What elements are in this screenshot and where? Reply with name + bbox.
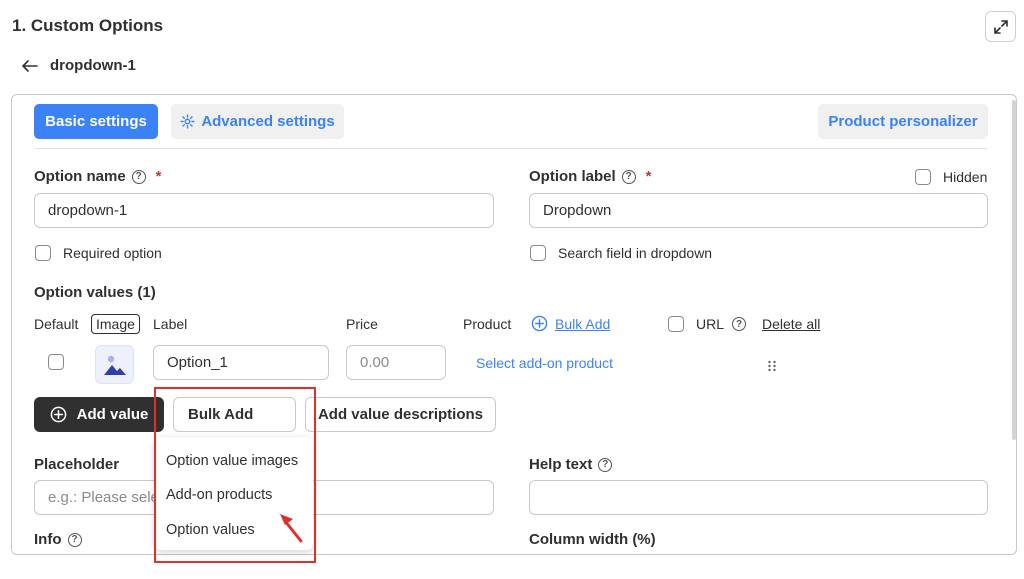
search-field-row[interactable]: Search field in dropdown <box>530 245 712 261</box>
expand-icon <box>993 19 1008 34</box>
add-value-label: Add value <box>76 406 149 423</box>
tab-advanced-label: Advanced settings <box>201 113 335 130</box>
search-field-checkbox[interactable] <box>530 245 546 261</box>
back-navigation[interactable]: dropdown-1 <box>22 57 136 74</box>
expand-button[interactable] <box>985 11 1016 42</box>
option-value-label-input[interactable]: Option_1 <box>153 345 329 380</box>
col-default: Default <box>34 316 79 332</box>
col-price: Price <box>346 316 378 332</box>
add-value-descriptions-button[interactable]: Add value descriptions <box>305 397 496 432</box>
option-name-text: Option name <box>34 168 126 185</box>
help-text-input[interactable] <box>529 480 988 515</box>
option-image[interactable] <box>95 345 134 384</box>
option-value-price-input[interactable]: 0.00 <box>346 345 446 380</box>
add-value-button[interactable]: Add value <box>34 397 164 432</box>
column-width-label: Column width (%) <box>529 531 656 548</box>
url-label: URL <box>696 316 725 332</box>
gear-icon <box>180 114 195 129</box>
option-label-text: Option label <box>529 168 616 185</box>
col-image: Image <box>91 314 140 334</box>
required-option-label: Required option <box>63 245 162 261</box>
back-label: dropdown-1 <box>50 57 136 74</box>
select-addon-product-link[interactable]: Select add-on product <box>476 355 613 371</box>
help-text-label: Help text ? <box>529 456 613 473</box>
help-icon[interactable]: ? <box>598 457 613 472</box>
page-title: 1. Custom Options <box>12 16 164 35</box>
default-checkbox[interactable] <box>48 354 64 370</box>
col-label: Label <box>153 316 188 332</box>
hidden-checkbox[interactable] <box>915 169 931 185</box>
required-mark: * <box>155 168 162 185</box>
url-checkbox[interactable] <box>668 316 684 332</box>
tab-advanced-settings[interactable]: Advanced settings <box>171 104 344 139</box>
tab-basic-settings[interactable]: Basic settings <box>34 104 158 139</box>
help-icon[interactable]: ? <box>621 169 636 184</box>
required-option-row[interactable]: Required option <box>35 245 162 261</box>
url-row[interactable]: URL ? <box>668 316 747 332</box>
option-values-heading: Option values (1) <box>34 284 156 301</box>
bulk-add-label: Bulk Add <box>555 315 611 332</box>
scrollbar[interactable] <box>1012 100 1016 440</box>
arrow-left-icon <box>22 59 38 72</box>
option-label-label: Option label ? * <box>529 168 652 185</box>
col-product: Product <box>463 316 512 332</box>
option-label-input[interactable]: Dropdown <box>529 193 988 228</box>
drag-handle-icon[interactable] <box>767 360 777 372</box>
option-name-input[interactable]: dropdown-1 <box>34 193 494 228</box>
bulk-add-link[interactable]: Bulk Add <box>531 315 610 332</box>
placeholder-label: Placeholder <box>34 456 120 473</box>
info-text: Info <box>34 531 62 548</box>
info-label: Info ? <box>34 531 82 548</box>
tab-product-personalizer[interactable]: Product personalizer <box>818 104 988 139</box>
plus-circle-icon <box>531 315 548 332</box>
plus-circle-icon <box>50 406 66 423</box>
image-icon <box>103 355 126 375</box>
help-icon[interactable]: ? <box>131 169 146 184</box>
help-text-text: Help text <box>529 456 593 473</box>
hidden-label: Hidden <box>943 169 988 185</box>
option-name-label: Option name ? * <box>34 168 162 185</box>
search-field-label: Search field in dropdown <box>558 245 713 261</box>
delete-all-link[interactable]: Delete all <box>762 316 820 332</box>
required-option-checkbox[interactable] <box>35 245 51 261</box>
hidden-checkbox-row[interactable]: Hidden <box>915 169 987 185</box>
help-icon[interactable]: ? <box>67 532 82 547</box>
arrow-annotation-icon <box>280 514 303 543</box>
help-icon[interactable]: ? <box>732 317 747 331</box>
divider <box>34 148 988 149</box>
required-mark: * <box>645 168 652 185</box>
